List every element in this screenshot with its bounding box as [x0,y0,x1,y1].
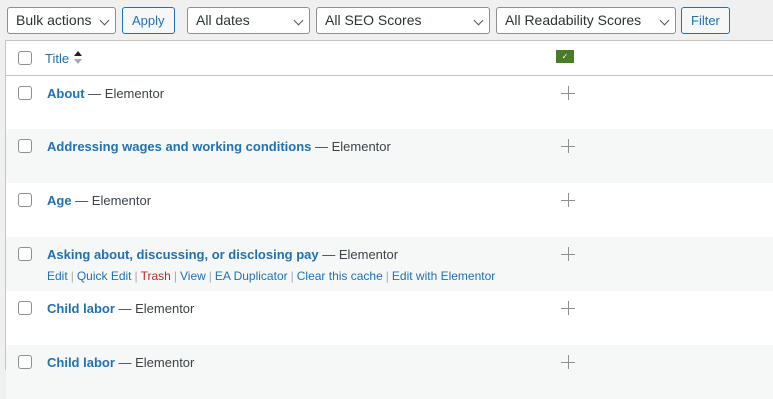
select-all-checkbox[interactable] [18,51,32,65]
page-title-link[interactable]: Addressing wages and working conditions [47,139,311,154]
pages-table: Title ✓ About — Elementor Addressing wag… [5,40,773,399]
page-state: — Elementor [311,139,391,154]
bulk-actions-label: Bulk actions [16,12,92,28]
filter-toolbar: Bulk actions Apply All dates All SEO Sco… [0,0,773,40]
row-title: Age — Elementor [47,193,151,208]
chevron-down-icon [293,15,304,26]
table-row: Child labor — Elementor [6,345,773,399]
ea-duplicator-link[interactable]: EA Duplicator [215,269,288,283]
title-column-header[interactable]: Title [45,51,69,66]
dates-select[interactable]: All dates [187,7,310,34]
separator: | [290,269,294,283]
row-title: Asking about, discussing, or disclosing … [47,247,398,262]
page-state: — Elementor [318,247,399,262]
row-title: Child labor — Elementor [47,355,194,370]
row-checkbox[interactable] [18,193,32,207]
plus-icon[interactable] [561,355,575,369]
bulk-actions-select[interactable]: Bulk actions [7,7,116,34]
page-state: — Elementor [71,193,152,208]
table-row: Asking about, discussing, or disclosing … [6,237,773,291]
row-title: Child labor — Elementor [47,301,194,316]
table-row: Child labor — Elementor [6,291,773,345]
separator: | [385,269,389,283]
page-title-link[interactable]: Age [47,193,72,208]
page-title-link[interactable]: Child labor [47,301,115,316]
plus-icon[interactable] [561,86,575,100]
view-link[interactable]: View [180,269,206,283]
separator: | [134,269,138,283]
trash-link[interactable]: Trash [141,269,171,283]
filter-button[interactable]: Filter [681,7,730,34]
row-checkbox[interactable] [18,355,32,369]
page-state: — Elementor [84,86,165,101]
page-title-link[interactable]: Child labor [47,355,115,370]
seo-scores-label: All SEO Scores [325,12,422,28]
readability-scores-label: All Readability Scores [505,12,642,28]
edit-with-elementor-link[interactable]: Edit with Elementor [392,269,495,283]
table-row: Age — Elementor [6,183,773,237]
row-checkbox[interactable] [18,86,32,100]
page-title-link[interactable]: Asking about, discussing, or disclosing … [47,247,319,262]
row-checkbox[interactable] [18,301,32,315]
plus-icon[interactable] [561,139,575,153]
separator: | [70,269,74,283]
plus-icon[interactable] [561,301,575,315]
page-state: — Elementor [114,355,195,370]
chevron-down-icon [473,15,484,26]
row-title: Addressing wages and working conditions … [47,139,391,154]
edit-link[interactable]: Edit [47,269,68,283]
row-checkbox[interactable] [18,139,32,153]
quick-edit-link[interactable]: Quick Edit [77,269,132,283]
chevron-down-icon [99,15,110,26]
plus-icon[interactable] [561,247,575,261]
seo-scores-select[interactable]: All SEO Scores [316,7,490,34]
separator: | [208,269,212,283]
table-header: Title ✓ [6,41,773,76]
readability-scores-select[interactable]: All Readability Scores [496,7,676,34]
yoast-seo-icon: ✓ [556,50,574,63]
dates-label: All dates [196,12,250,28]
row-title: About — Elementor [47,86,164,101]
plus-icon[interactable] [561,193,575,207]
separator: | [173,269,177,283]
page-title-link[interactable]: About [47,86,85,101]
sort-icon[interactable] [74,51,82,65]
table-row: Addressing wages and working conditions … [6,129,773,183]
apply-button[interactable]: Apply [122,7,175,34]
row-actions: Edit | Quick Edit | Trash | View | EA Duplicator… [47,269,495,283]
chevron-down-icon [659,15,670,26]
clear-cache-link[interactable]: Clear this cache [297,269,383,283]
row-checkbox[interactable] [18,247,32,261]
table-row: About — Elementor [6,76,773,129]
page-state: — Elementor [114,301,195,316]
